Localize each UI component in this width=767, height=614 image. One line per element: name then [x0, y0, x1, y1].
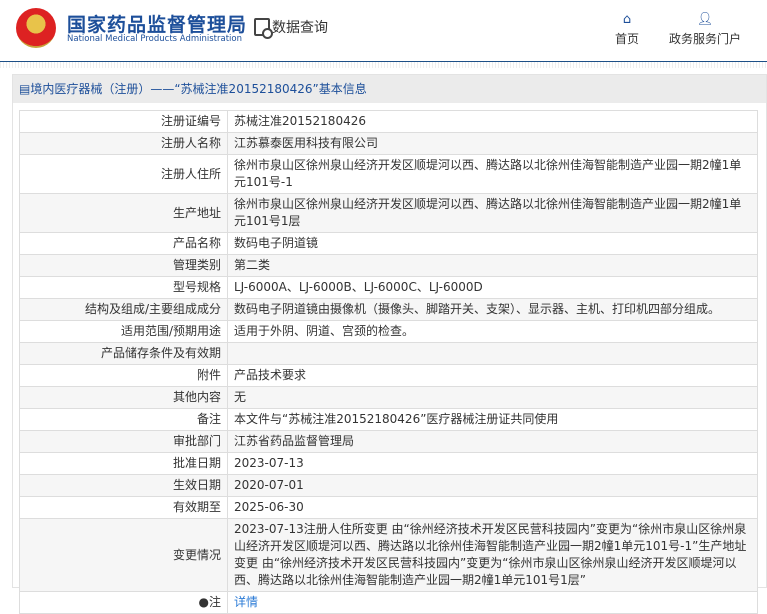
- field-label: 型号规格: [19, 276, 228, 299]
- table-row: 变更情况 2023-07-13注册人住所变更 由“徐州经济技术开发区民营科技园内”…: [19, 518, 758, 592]
- table-row-note: ●注 详情: [19, 591, 758, 614]
- table-row: 产品名称 数码电子阴道镜: [19, 232, 758, 255]
- field-value: 2020-07-01: [227, 474, 758, 497]
- data-query-label: 数据查询: [272, 20, 328, 36]
- table-row: 附件 产品技术要求: [19, 364, 758, 387]
- home-icon: ⌂: [622, 12, 632, 27]
- table-row: 审批部门 江苏省药品监督管理局: [19, 430, 758, 453]
- field-label: ●注: [19, 591, 228, 614]
- table-row: 适用范围/预期用途 适用于外阴、阴道、宫颈的检查。: [19, 320, 758, 343]
- field-label: 批准日期: [19, 452, 228, 475]
- field-value: 详情: [227, 591, 758, 614]
- field-value: 无: [227, 386, 758, 409]
- nav-home-label: 首页: [615, 32, 640, 46]
- field-value: 产品技术要求: [227, 364, 758, 387]
- site-header: 国家药品监督管理局 National Medical Products Admi…: [0, 0, 767, 62]
- field-label: 生效日期: [19, 474, 228, 497]
- table-row: 备注 本文件与“苏械注准20152180426”医疗器械注册证共同使用: [19, 408, 758, 431]
- pin-icon: ●: [198, 595, 209, 609]
- field-value: 苏械注准20152180426: [227, 110, 758, 133]
- table-row: 注册人住所 徐州市泉山区徐州泉山经济开发区顺堤河以西、腾达路以北徐州佳海智能制造产…: [19, 154, 758, 194]
- panel-title: ▤境内医疗器械（注册）——“苏械注准20152180426”基本信息: [13, 75, 766, 103]
- note-label: 注: [208, 595, 221, 609]
- field-value: 江苏省药品监督管理局: [227, 430, 758, 453]
- field-label: 产品储存条件及有效期: [19, 342, 228, 365]
- details-link[interactable]: 详情: [234, 595, 258, 609]
- table-row: 注册证编号 苏械注准20152180426: [19, 110, 758, 133]
- table-row: 有效期至 2025-06-30: [19, 496, 758, 519]
- field-value: 2023-07-13: [227, 452, 758, 475]
- field-value: 徐州市泉山区徐州泉山经济开发区顺堤河以西、腾达路以北徐州佳海智能制造产业园一期2…: [227, 193, 758, 233]
- field-label: 审批部门: [19, 430, 228, 453]
- detail-panel: ▤境内医疗器械（注册）——“苏械注准20152180426”基本信息 注册证编号…: [12, 74, 767, 614]
- field-value: 2025-06-30: [227, 496, 758, 519]
- field-label: 生产地址: [19, 193, 228, 233]
- table-row: 产品储存条件及有效期: [19, 342, 758, 365]
- field-label: 注册人住所: [19, 154, 228, 194]
- field-value: LJ-6000A、LJ-6000B、LJ-6000C、LJ-6000D: [227, 276, 758, 299]
- table-row: 结构及组成/主要组成成分 数码电子阴道镜由摄像机（摄像头、脚踏开关、支架）、显示器…: [19, 298, 758, 321]
- field-label: 备注: [19, 408, 228, 431]
- document-icon: ▤: [19, 82, 31, 96]
- table-row: 生产地址 徐州市泉山区徐州泉山经济开发区顺堤河以西、腾达路以北徐州佳海智能制造产业…: [19, 193, 758, 233]
- field-value: 徐州市泉山区徐州泉山经济开发区顺堤河以西、腾达路以北徐州佳海智能制造产业园一期2…: [227, 154, 758, 194]
- panel-title-text: 境内医疗器械（注册）——“苏械注准20152180426”基本信息: [30, 82, 367, 96]
- table-row: 批准日期 2023-07-13: [19, 452, 758, 475]
- field-label: 变更情况: [19, 518, 228, 592]
- data-query-link[interactable]: 数据查询: [254, 17, 328, 39]
- document-search-icon: [254, 18, 273, 39]
- field-value: 2023-07-13注册人住所变更 由“徐州经济技术开发区民营科技园内”变更为“…: [227, 518, 758, 592]
- field-value: 第二类: [227, 254, 758, 277]
- divider: [0, 62, 767, 68]
- table-row: 型号规格 LJ-6000A、LJ-6000B、LJ-6000C、LJ-6000D: [19, 276, 758, 299]
- nav-portal-label: 政务服务门户: [669, 32, 742, 46]
- user-icon: 👤︎: [696, 12, 714, 27]
- field-label: 结构及组成/主要组成成分: [19, 298, 228, 321]
- field-value: 数码电子阴道镜: [227, 232, 758, 255]
- field-label: 产品名称: [19, 232, 228, 255]
- field-value: 数码电子阴道镜由摄像机（摄像头、脚踏开关、支架）、显示器、主机、打印机四部分组成…: [227, 298, 758, 321]
- field-label: 注册人名称: [19, 132, 228, 155]
- field-label: 管理类别: [19, 254, 228, 277]
- logo-title: 国家药品监督管理局: [67, 14, 248, 36]
- nav-home[interactable]: ⌂ 首页: [615, 12, 639, 47]
- field-label: 有效期至: [19, 496, 228, 519]
- table-row: 其他内容无: [19, 386, 758, 409]
- field-label: 其他内容: [19, 386, 228, 409]
- logo-subtitle: National Medical Products Administration: [67, 34, 242, 44]
- field-value: 江苏慕泰医用科技有限公司: [227, 132, 758, 155]
- field-label: 附件: [19, 364, 228, 387]
- table-row: 注册人名称 江苏慕泰医用科技有限公司: [19, 132, 758, 155]
- info-table: 注册证编号 苏械注准20152180426 注册人名称 江苏慕泰医用科技有限公司 注册人…: [19, 110, 758, 614]
- national-emblem-logo: [16, 8, 56, 48]
- field-value: [227, 342, 758, 365]
- field-label: 适用范围/预期用途: [19, 320, 228, 343]
- field-label: 注册证编号: [19, 110, 228, 133]
- field-value: 适用于外阴、阴道、宫颈的检查。: [227, 320, 758, 343]
- table-row: 生效日期 2020-07-01: [19, 474, 758, 497]
- table-row: 管理类别 第二类: [19, 254, 758, 277]
- nav-service-portal[interactable]: 👤︎ 政务服务门户: [669, 12, 741, 47]
- field-value: 本文件与“苏械注准20152180426”医疗器械注册证共同使用: [227, 408, 758, 431]
